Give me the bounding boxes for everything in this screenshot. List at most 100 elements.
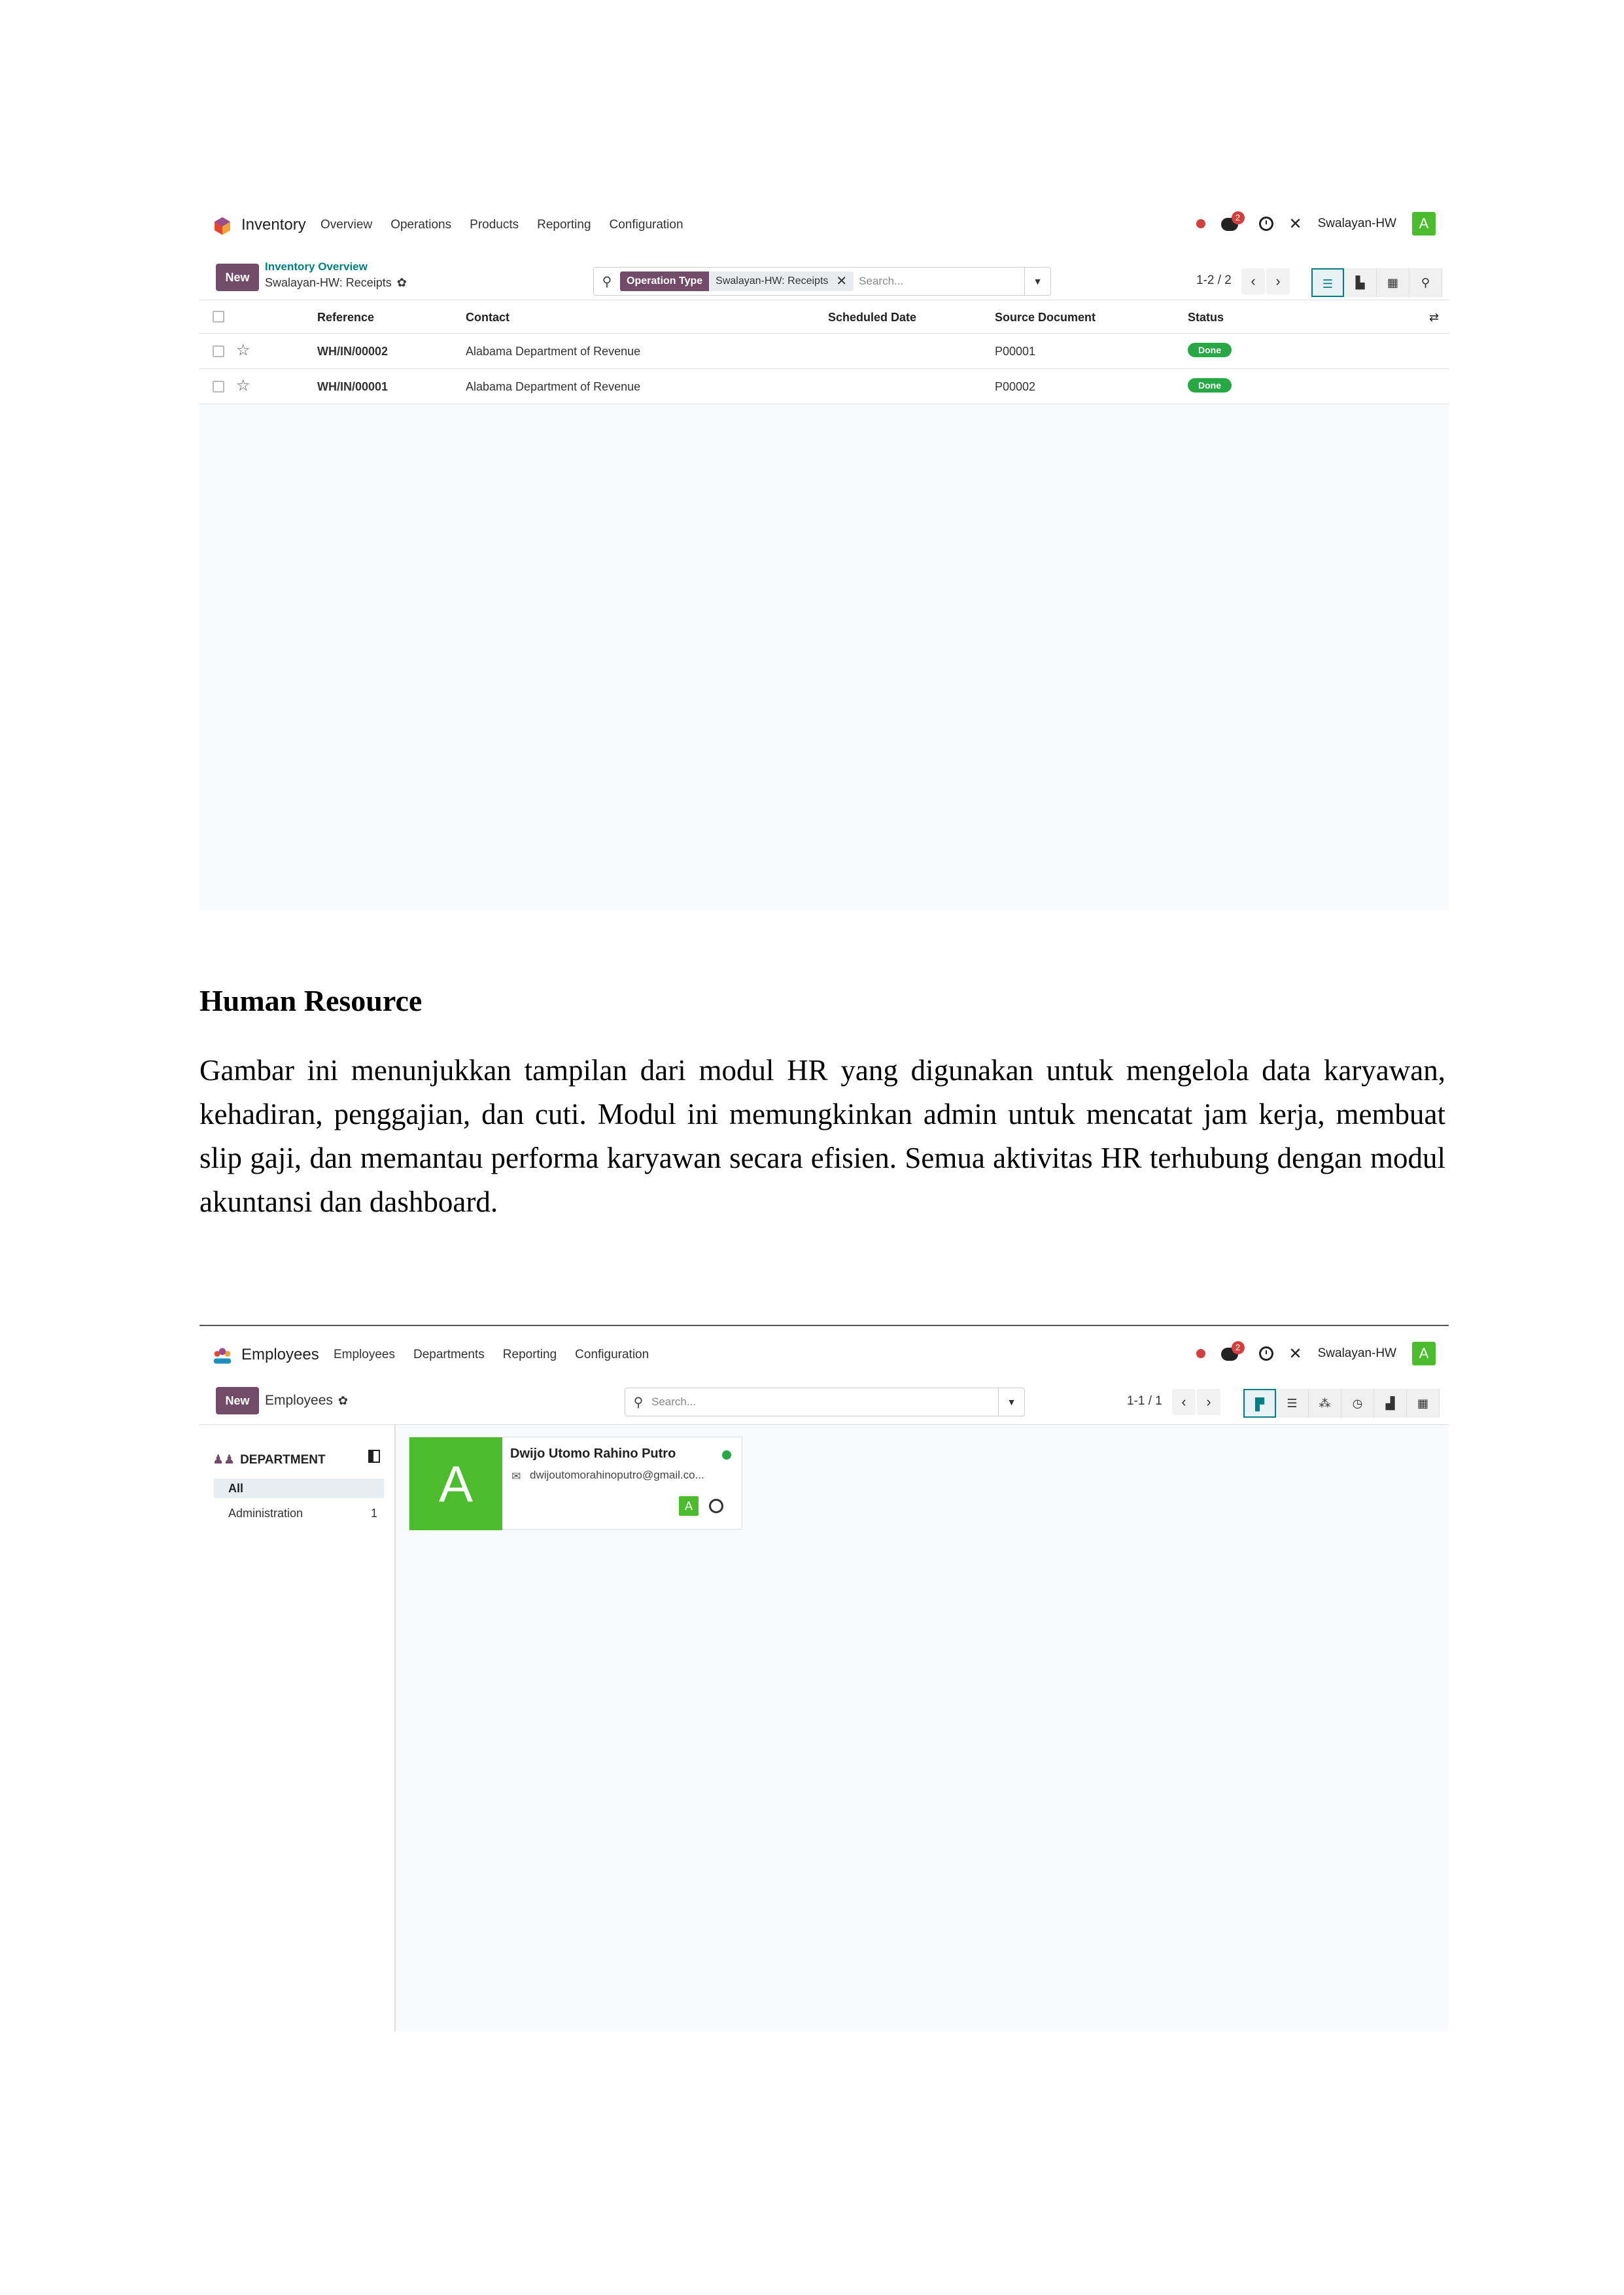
company-switcher[interactable]: Swalayan-HW [1318, 217, 1396, 231]
gear-icon[interactable]: ✿ [338, 1394, 348, 1407]
pager-previous-icon[interactable]: ‹ [1172, 1389, 1196, 1415]
col-scheduled-date[interactable]: Scheduled Date [828, 311, 916, 324]
recording-dot-icon[interactable] [1196, 219, 1205, 228]
search-dropdown-toggle[interactable]: ▼ [1024, 267, 1050, 296]
user-avatar[interactable]: A [1412, 1342, 1436, 1365]
search-icon: ⚲ [602, 274, 612, 289]
row-contact: Alabama Department of Revenue [466, 380, 641, 393]
chat-badge: 2 [1231, 211, 1245, 224]
chat-badge: 2 [1231, 1341, 1245, 1354]
search-icon: ⚲ [633, 1395, 644, 1410]
graph-view-icon[interactable]: ▟ [1374, 1389, 1407, 1418]
user-avatar[interactable]: A [1412, 212, 1436, 236]
col-contact[interactable]: Contact [466, 311, 510, 324]
activity-clock-icon[interactable] [709, 1499, 723, 1513]
menu-configuration[interactable]: Configuration [575, 1348, 649, 1362]
employee-card[interactable]: A Dwijo Utomo Rahino Putro ✉ dwijoutomor… [409, 1437, 742, 1530]
hierarchy-view-icon[interactable]: ⁂ [1309, 1389, 1341, 1418]
activity-clock-icon[interactable] [1258, 1346, 1273, 1361]
row-source-document: P00002 [995, 380, 1036, 393]
side-title: ♟♟ DEPARTMENT [213, 1452, 326, 1467]
kanban-view-icon[interactable]: ▛ [1243, 1389, 1276, 1418]
chat-icon[interactable]: 2 [1220, 211, 1245, 234]
department-item-count: 1 [370, 1507, 377, 1520]
star-icon[interactable]: ☆ [236, 376, 251, 395]
pager-next-icon[interactable]: › [1197, 1389, 1220, 1415]
side-title-label: DEPARTMENT [240, 1453, 326, 1467]
new-button[interactable]: New [216, 264, 259, 291]
breadcrumb-current: Swalayan-HW: Receipts ✿ [265, 276, 407, 290]
department-sidepanel: ♟♟ DEPARTMENT All Administration 1 [199, 1425, 396, 2031]
breadcrumb-current: Employees ✿ [265, 1393, 348, 1409]
top-navbar: Inventory Overview Operations Products R… [199, 196, 1449, 255]
search-input[interactable]: Search... [651, 1395, 998, 1409]
control-panel: New Employees ✿ ⚲ Search... ▼ 1-1 / 1 ‹ ›… [199, 1378, 1449, 1424]
facet-label: Operation Type [620, 272, 710, 291]
activity-view-icon[interactable]: ◷ [1341, 1389, 1374, 1418]
list-view-icon[interactable]: ☰ [1276, 1389, 1309, 1418]
gear-icon[interactable]: ✿ [397, 276, 407, 289]
menu-reporting[interactable]: Reporting [537, 218, 591, 232]
sidepanel-toggle-icon[interactable] [368, 1450, 380, 1463]
search-bar[interactable]: ⚲ Search... ▼ [625, 1388, 1025, 1416]
facet-remove-icon[interactable]: ✕ [835, 272, 854, 291]
new-button[interactable]: New [216, 1387, 259, 1414]
employees-screenshot: Employees Employees Departments Reportin… [199, 1325, 1449, 2031]
pivot-view-icon[interactable]: ▦ [1407, 1389, 1440, 1418]
department-item-administration[interactable]: Administration 1 [214, 1503, 384, 1523]
kanban-view-icon[interactable]: ▙ [1344, 268, 1377, 297]
menu-overview[interactable]: Overview [320, 218, 372, 232]
app-name[interactable]: Employees [241, 1346, 319, 1364]
search-dropdown-toggle[interactable]: ▼ [998, 1388, 1024, 1416]
debug-tools-icon[interactable]: ✕ [1289, 1344, 1302, 1363]
inventory-app-icon[interactable] [213, 216, 232, 236]
menu-configuration[interactable]: Configuration [610, 218, 683, 232]
employee-email[interactable]: dwijoutomorahinoputro@gmail.co... [530, 1469, 733, 1482]
facet-value: Swalayan-HW: Receipts [709, 272, 835, 291]
status-badge: Done [1188, 343, 1232, 357]
calendar-view-icon[interactable]: ▦ [1377, 268, 1409, 297]
pager-value[interactable]: 1-2 / 2 [1196, 273, 1232, 288]
pager-next-icon[interactable]: › [1266, 268, 1290, 294]
breadcrumb-parent[interactable]: Inventory Overview [265, 260, 368, 273]
row-reference: WH/IN/00001 [317, 380, 389, 393]
department-item-label: Administration [228, 1507, 303, 1520]
kanban-area: A Dwijo Utomo Rahino Putro ✉ dwijoutomor… [396, 1425, 1449, 2031]
company-switcher[interactable]: Swalayan-HW [1318, 1346, 1396, 1361]
presence-status-icon [722, 1450, 731, 1460]
search-facet[interactable]: Operation Type Swalayan-HW: Receipts ✕ [620, 272, 854, 291]
employee-user-avatar[interactable]: A [679, 1496, 699, 1516]
employee-photo: A [409, 1437, 502, 1530]
app-name[interactable]: Inventory [241, 216, 306, 234]
menu-departments[interactable]: Departments [413, 1348, 485, 1362]
table-row[interactable]: ☆ WH/IN/00002 Alabama Department of Reve… [199, 334, 1449, 369]
systray: 2 ✕ Swalayan-HW A [1196, 1340, 1436, 1367]
optional-columns-icon[interactable]: ⇄ [1429, 311, 1439, 324]
table-row[interactable]: ☆ WH/IN/00001 Alabama Department of Reve… [199, 369, 1449, 404]
pager-previous-icon[interactable]: ‹ [1241, 268, 1265, 294]
pager-value[interactable]: 1-1 / 1 [1127, 1394, 1162, 1409]
chat-icon[interactable]: 2 [1220, 1341, 1245, 1363]
col-status[interactable]: Status [1188, 311, 1224, 324]
debug-tools-icon[interactable]: ✕ [1289, 215, 1302, 234]
menu-reporting[interactable]: Reporting [503, 1348, 557, 1362]
search-input[interactable]: Search... [859, 275, 1024, 288]
row-checkbox[interactable] [213, 345, 224, 357]
breadcrumb-current-label: Employees [265, 1393, 333, 1408]
envelope-icon: ✉ [511, 1470, 521, 1482]
search-bar[interactable]: ⚲ Operation Type Swalayan-HW: Receipts ✕… [593, 267, 1051, 296]
menu-operations[interactable]: Operations [390, 218, 451, 232]
activity-clock-icon[interactable] [1258, 217, 1273, 231]
list-view-icon[interactable]: ☰ [1311, 268, 1344, 297]
star-icon[interactable]: ☆ [236, 341, 251, 360]
menu-employees[interactable]: Employees [334, 1348, 395, 1362]
employees-app-icon[interactable] [213, 1346, 232, 1365]
col-reference[interactable]: Reference [317, 311, 374, 324]
col-source-document[interactable]: Source Document [995, 311, 1096, 324]
department-item-all[interactable]: All [214, 1479, 384, 1498]
menu-products[interactable]: Products [470, 218, 519, 232]
map-view-icon[interactable]: ⚲ [1409, 268, 1442, 297]
row-checkbox[interactable] [213, 381, 224, 393]
recording-dot-icon[interactable] [1196, 1349, 1205, 1358]
select-all-checkbox[interactable] [213, 311, 224, 323]
